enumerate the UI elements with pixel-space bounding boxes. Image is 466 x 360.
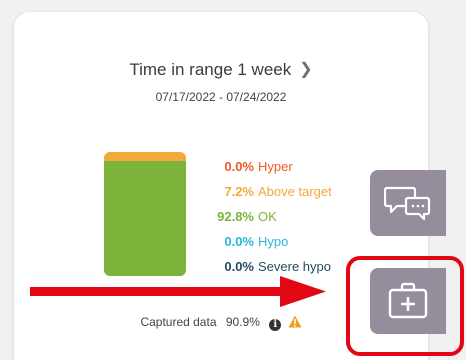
card-title-row[interactable]: Time in range 1 week ❯ (129, 60, 312, 80)
legend-label: Hyper (258, 159, 293, 174)
card-title: Time in range 1 week (129, 60, 292, 79)
legend-row: 0.0% Hypo (202, 229, 392, 254)
legend-label: Above target (258, 184, 332, 199)
legend-row: 0.0% Hyper (202, 154, 392, 179)
bar-segment (104, 160, 186, 276)
info-icon[interactable]: i (269, 319, 282, 331)
page: Time in range 1 week ❯ 07/17/2022 - 07/2… (0, 0, 466, 360)
chat-button[interactable] (370, 170, 446, 236)
warning-icon[interactable] (288, 315, 302, 331)
captured-data-label: Captured data (140, 315, 217, 329)
legend-percentage: 7.2% (224, 184, 254, 199)
captured-data-value: 90.9% (225, 315, 260, 329)
legend-label: OK (258, 209, 277, 224)
legend-label: Hypo (258, 234, 289, 249)
legend-row: 92.8% OK (202, 204, 392, 229)
legend-percentage: 0.0% (224, 159, 254, 174)
legend-percentage: 0.0% (224, 234, 254, 249)
legend-percentage: 92.8% (217, 209, 254, 224)
chevron-right-icon[interactable]: ❯ (299, 62, 312, 78)
bar-segment (104, 152, 186, 161)
date-range: 07/17/2022 - 07/24/2022 (155, 90, 287, 104)
red-arrow-annotation (30, 276, 326, 307)
chat-bubbles-icon (384, 186, 431, 221)
highlight-box (346, 256, 464, 356)
time-in-range-bar (104, 152, 186, 276)
legend-row: 7.2% Above target (202, 179, 392, 204)
card-header: Time in range 1 week ❯ 07/17/2022 - 07/2… (14, 60, 428, 104)
